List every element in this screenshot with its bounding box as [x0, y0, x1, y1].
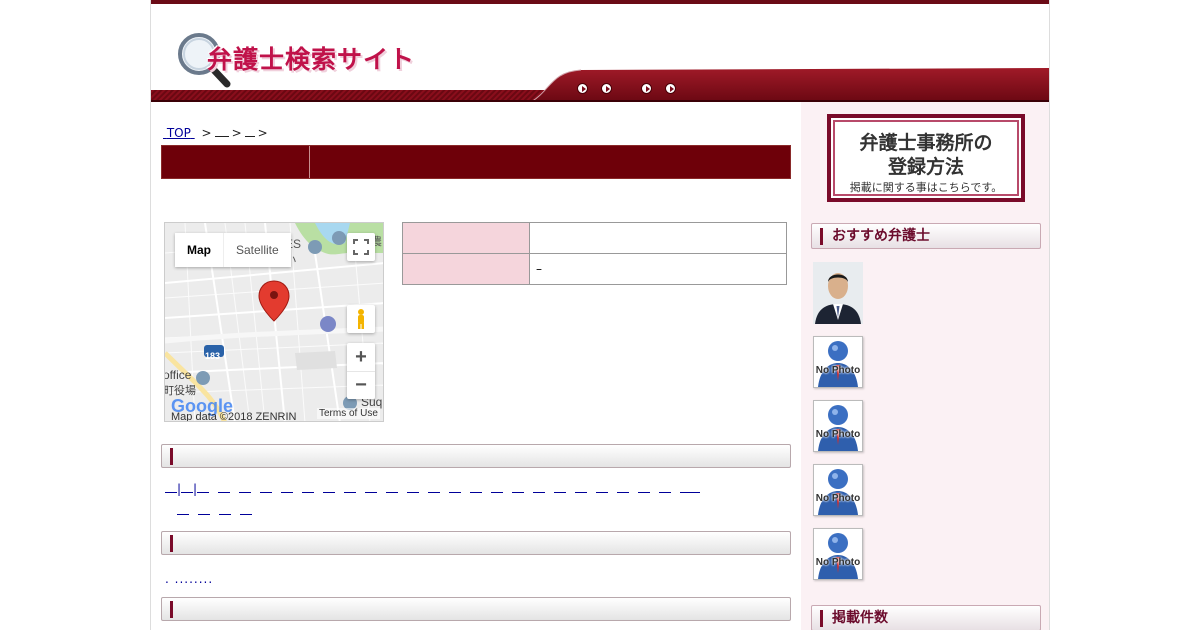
- link-item[interactable]: [344, 483, 357, 493]
- no-photo-icon: [818, 405, 858, 451]
- fullscreen-icon: [353, 239, 369, 255]
- breadcrumb-separator: >: [257, 126, 268, 140]
- link-item[interactable]: [181, 483, 194, 493]
- link-item[interactable]: [260, 483, 273, 493]
- table-value: –: [529, 253, 787, 285]
- pegman-icon: [358, 309, 364, 329]
- lawyer-no-photo[interactable]: No Photo: [813, 528, 863, 580]
- map-label-yakuba: 町役場: [164, 384, 196, 397]
- title-bar-divider: [309, 146, 310, 178]
- link-item[interactable]: [659, 483, 672, 493]
- section-heading: [161, 444, 791, 468]
- link-item[interactable]: [302, 483, 315, 493]
- link-item[interactable]: [386, 483, 399, 493]
- banner-line3: 掲載に関する事はこちらです。: [849, 181, 1003, 194]
- link-item[interactable]: [680, 483, 701, 493]
- map-route-label: 183: [205, 351, 221, 361]
- link-item[interactable]: [218, 483, 231, 493]
- link-item[interactable]: [575, 483, 588, 493]
- link-item[interactable]: [323, 483, 336, 493]
- link-item[interactable]: [470, 483, 483, 493]
- link-item[interactable]: [177, 505, 189, 515]
- link-list: | |: [165, 482, 795, 496]
- dotted-links[interactable]: . ........: [165, 572, 213, 586]
- breadcrumb-top-link[interactable]: TOP: [163, 126, 195, 140]
- table-row: –: [402, 253, 787, 285]
- page-container: 弁護士検索サイト TOP > > > Google 183 ES 農 offic…: [150, 0, 1050, 630]
- no-photo-icon: [818, 533, 858, 579]
- link-list-2: [177, 504, 261, 518]
- lawyer-no-photo[interactable]: No Photo: [813, 400, 863, 452]
- breadcrumb-separator: >: [231, 126, 242, 140]
- street-view-pegman[interactable]: [347, 305, 375, 333]
- table-key: [402, 222, 530, 254]
- lawyer-photo[interactable]: [813, 262, 863, 324]
- map-copyright: Map data ©2018 ZENRIN: [171, 411, 297, 422]
- section-heading: [161, 531, 791, 555]
- link-item[interactable]: [198, 505, 210, 515]
- link-item[interactable]: [554, 483, 567, 493]
- recommended-lawyers-heading: おすすめ弁護士: [811, 223, 1041, 249]
- link-item[interactable]: [407, 483, 420, 493]
- nav-link-2[interactable]: [601, 83, 612, 94]
- zoom-control: + −: [347, 343, 375, 399]
- link-item[interactable]: [617, 483, 630, 493]
- listing-count-heading: 掲載件数: [811, 605, 1041, 630]
- no-photo-label: No Photo: [815, 493, 861, 504]
- nav-link-3[interactable]: [641, 83, 652, 94]
- link-item[interactable]: [365, 483, 378, 493]
- link-item[interactable]: [512, 483, 525, 493]
- link-item[interactable]: [491, 483, 504, 493]
- link-item[interactable]: [449, 483, 462, 493]
- office-info-table: –: [402, 222, 787, 285]
- breadcrumb-item-blank[interactable]: [214, 126, 229, 137]
- link-item[interactable]: [428, 483, 441, 493]
- nav-link-4[interactable]: [665, 83, 676, 94]
- table-row: [402, 222, 787, 254]
- link-item[interactable]: [638, 483, 651, 493]
- no-photo-label: No Photo: [815, 365, 861, 376]
- map-label-office: office: [164, 368, 192, 382]
- link-item[interactable]: [281, 483, 294, 493]
- link-item[interactable]: [239, 483, 252, 493]
- site-header: 弁護士検索サイト: [151, 4, 1049, 102]
- map-type-map-button[interactable]: Map: [175, 233, 223, 267]
- fullscreen-button[interactable]: [347, 233, 375, 261]
- nav-band: [151, 68, 1049, 102]
- google-map[interactable]: Google 183 ES 小 農 office 町役場 Suq Map Sat…: [164, 222, 384, 422]
- banner-line2: 登録方法: [887, 156, 964, 178]
- section-heading: [161, 597, 791, 621]
- sidebar: 弁護士事務所の 登録方法 掲載に関する事はこちらです。 おすすめ弁護士 No P…: [801, 102, 1049, 630]
- breadcrumb-separator: >: [201, 126, 212, 140]
- no-photo-label: No Photo: [815, 429, 861, 440]
- banner-line1: 弁護士事務所の: [859, 132, 993, 154]
- no-photo-icon: [818, 469, 858, 515]
- breadcrumb: TOP > > >: [163, 126, 271, 140]
- nav-link-1[interactable]: [577, 83, 588, 94]
- zoom-out-button[interactable]: −: [347, 371, 375, 400]
- no-photo-icon: [818, 341, 858, 387]
- link-item[interactable]: [596, 483, 609, 493]
- map-type-satellite-button[interactable]: Satellite: [223, 233, 291, 267]
- link-item[interactable]: [240, 505, 252, 515]
- map-type-control: Map Satellite: [175, 233, 291, 267]
- map-terms-link[interactable]: Terms of Use: [317, 408, 380, 419]
- table-value: [529, 222, 787, 254]
- registration-banner[interactable]: 弁護士事務所の 登録方法 掲載に関する事はこちらです。: [827, 114, 1025, 202]
- link-item[interactable]: [219, 505, 231, 515]
- lawyer-no-photo[interactable]: No Photo: [813, 336, 863, 388]
- no-photo-label: No Photo: [815, 557, 861, 568]
- table-key: [402, 253, 530, 285]
- link-item[interactable]: [533, 483, 546, 493]
- breadcrumb-item-blank[interactable]: [244, 126, 255, 137]
- link-item[interactable]: [197, 483, 210, 493]
- lawyer-photo-image: [813, 262, 863, 324]
- office-title-bar: [161, 145, 791, 179]
- lawyer-no-photo[interactable]: No Photo: [813, 464, 863, 516]
- zoom-in-button[interactable]: +: [347, 343, 375, 371]
- link-item[interactable]: [165, 483, 177, 493]
